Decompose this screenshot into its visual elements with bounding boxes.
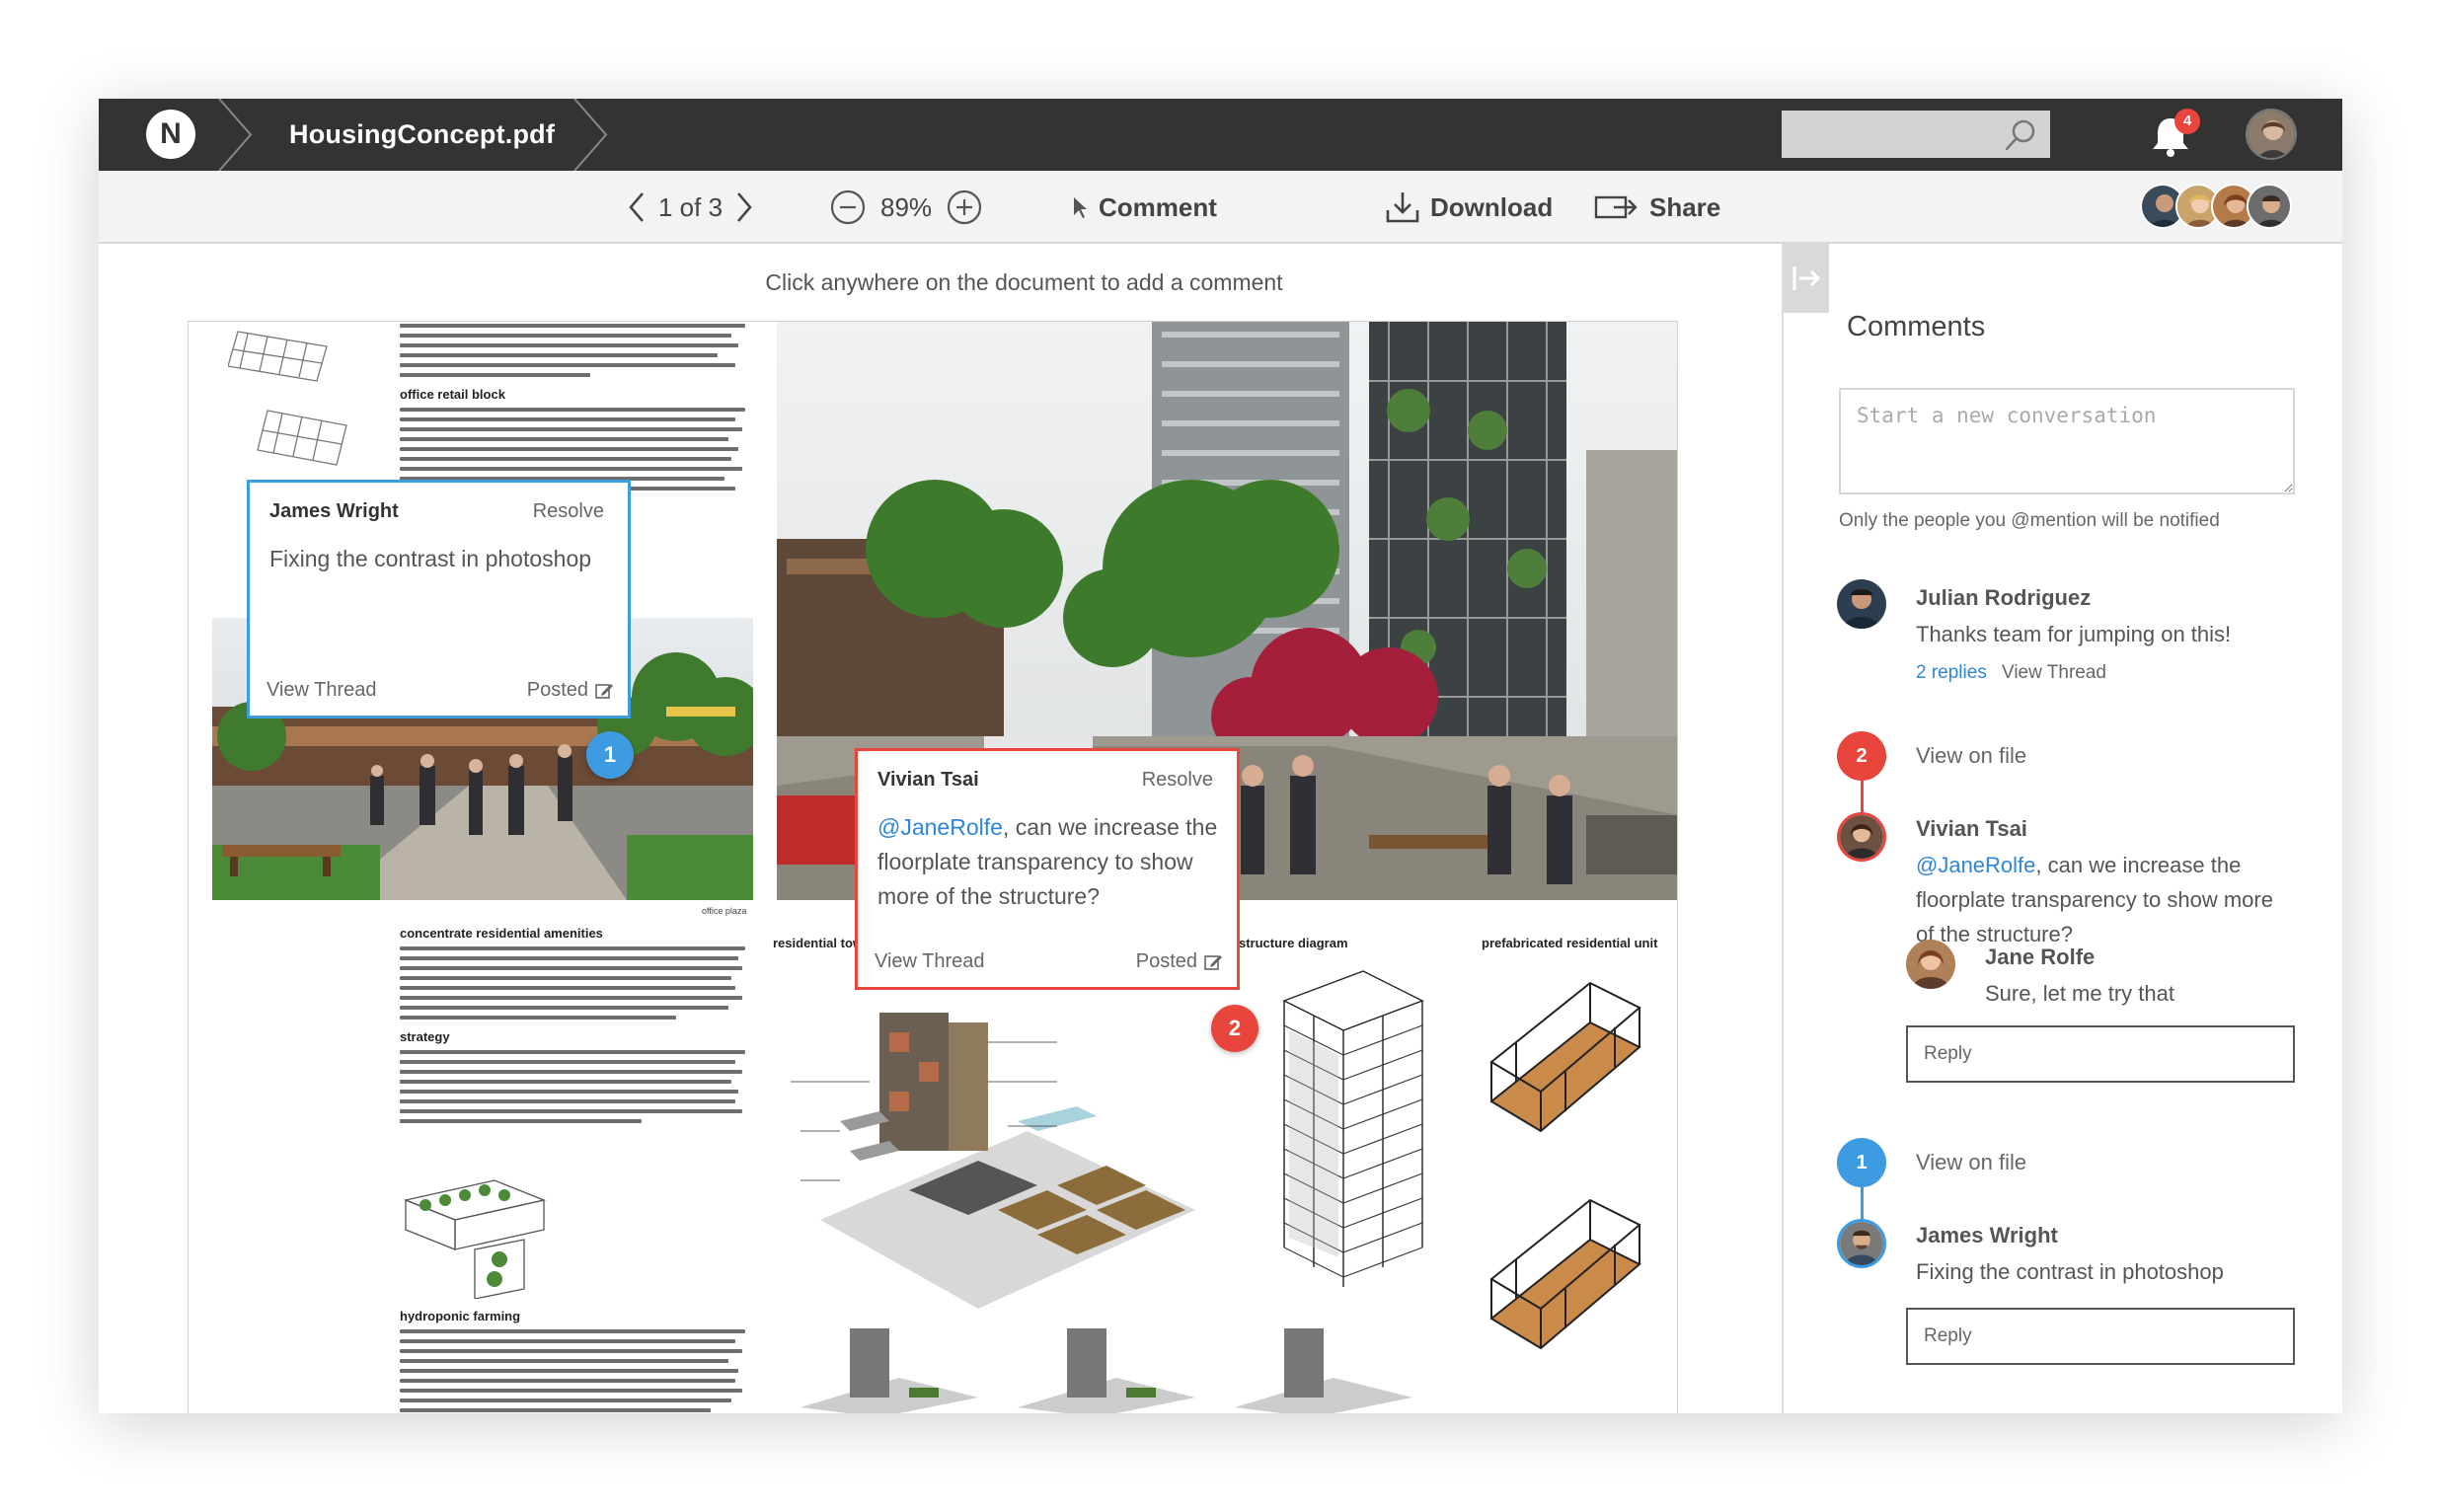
document-filename: HousingConcept.pdf: [289, 119, 556, 149]
view-on-file-link[interactable]: View on file: [1916, 1150, 2026, 1175]
image-caption: office plaza: [702, 906, 747, 916]
popover-message: @JaneRolfe, can we increase the floorpla…: [877, 810, 1219, 914]
previous-page-icon[interactable]: [627, 190, 647, 224]
doc-heading: concentrate residential amenities: [400, 926, 603, 941]
resolve-button[interactable]: Resolve: [533, 500, 604, 523]
zoom-level: 89%: [880, 191, 933, 222]
app-logo[interactable]: N: [146, 110, 195, 159]
logo-letter: N: [160, 117, 182, 150]
new-conversation-input[interactable]: [1839, 388, 2295, 494]
posted-label: Posted: [1135, 950, 1197, 972]
zoom-in-icon[interactable]: [946, 189, 983, 226]
floorplan-sketch: [228, 331, 347, 466]
search-icon[interactable]: [2004, 118, 2037, 152]
collapse-panel-button[interactable]: [1784, 244, 1829, 313]
hydroponic-sketch: [403, 1179, 547, 1299]
avatar: [1837, 579, 1886, 629]
reply-message: Sure, let me try that: [1985, 981, 2174, 1006]
comment-number-badge[interactable]: 2: [1837, 731, 1886, 781]
mention-notice: Only the people you @mention will be not…: [1839, 510, 2220, 531]
prefab-unit-diagram: [1489, 1198, 1641, 1350]
popover-message: Fixing the contrast in photoshop: [269, 546, 592, 571]
avatar: [1837, 812, 1886, 862]
text-column: concentrate residential amenities strate…: [400, 926, 745, 1129]
pdf-page[interactable]: office retail block office plaza concent…: [188, 321, 1678, 1413]
download-icon: [1386, 192, 1419, 223]
app-window: N HousingConcept.pdf 4 1 of 3 89% Commen…: [99, 99, 2342, 1413]
comment-tool-label: Comment: [1099, 191, 1217, 222]
top-bar: N HousingConcept.pdf 4: [99, 99, 2342, 171]
view-thread-link[interactable]: View Thread: [2002, 662, 2106, 684]
breadcrumb-chevron-icon: [218, 99, 253, 171]
mention-link[interactable]: @JaneRolfe: [1916, 853, 2035, 877]
comment-number-badge[interactable]: 1: [1837, 1138, 1886, 1187]
edit-icon[interactable]: [1203, 952, 1223, 972]
document-viewer[interactable]: Click anywhere on the document to add a …: [99, 244, 1782, 1413]
thread-connector: [1861, 1187, 1864, 1219]
doc-heading: hydroponic farming: [400, 1309, 521, 1323]
structure-tower-diagram: [1282, 970, 1424, 1287]
posted-status: Posted: [1136, 950, 1223, 973]
notification-count-badge: 4: [2174, 109, 2200, 134]
comment-author: James Wright: [1916, 1223, 2058, 1247]
doc-heading: structure diagram: [1239, 936, 1348, 950]
comment-message: @JaneRolfe, can we increase the floorpla…: [1916, 848, 2281, 951]
reply-author: Jane Rolfe: [1985, 945, 2096, 969]
zoom-out-icon[interactable]: [829, 189, 867, 226]
collapse-right-icon: [1792, 266, 1821, 290]
next-page-icon[interactable]: [734, 190, 754, 224]
share-label: Share: [1649, 191, 1721, 222]
prefab-unit-diagram: [1489, 981, 1641, 1133]
avatar: [1906, 940, 1955, 989]
reply-input[interactable]: Reply: [1906, 1025, 2295, 1083]
text-column: hydroponic farming: [400, 1309, 745, 1413]
posted-label: Posted: [526, 679, 588, 701]
view-thread-link[interactable]: View Thread: [267, 679, 377, 702]
comment-pin[interactable]: 2: [1211, 1005, 1258, 1052]
comment-author: Vivian Tsai: [1916, 816, 2027, 841]
collaborator-avatar[interactable]: [2247, 184, 2292, 229]
comment-popover[interactable]: Vivian Tsai Resolve @JaneRolfe, can we i…: [855, 748, 1240, 990]
zoom-controls: 89%: [829, 171, 983, 244]
panel-title: Comments: [1847, 311, 1986, 342]
comment-message: Thanks team for jumping on this!: [1916, 622, 2232, 646]
popover-author: James Wright: [269, 500, 399, 522]
resolve-button[interactable]: Resolve: [1142, 769, 1213, 792]
doc-heading: strategy: [400, 1029, 450, 1044]
comments-panel: Comments Only the people you @mention wi…: [1782, 244, 2342, 1413]
thread-connector: [1861, 781, 1864, 812]
comment-hint: Click anywhere on the document to add a …: [765, 269, 1283, 295]
download-button[interactable]: Download: [1385, 171, 1553, 244]
page-navigator: 1 of 3: [627, 171, 754, 244]
posted-status: Posted: [527, 679, 614, 702]
page-indicator: 1 of 3: [658, 191, 724, 222]
avatar: [1837, 1219, 1886, 1268]
reply-input[interactable]: Reply: [1906, 1308, 2295, 1365]
doc-heading: office retail block: [400, 387, 505, 402]
popover-author: Vivian Tsai: [877, 769, 979, 791]
comment-author: Julian Rodriguez: [1916, 585, 2092, 610]
comment-pin[interactable]: 1: [586, 731, 634, 779]
doc-heading: prefabricated residential unit: [1482, 936, 1658, 950]
view-thread-link[interactable]: View Thread: [875, 950, 985, 973]
view-on-file-link[interactable]: View on file: [1916, 743, 2026, 769]
comment-message: Fixing the contrast in photoshop: [1916, 1259, 2224, 1284]
phasing-diagrams: [801, 1328, 1412, 1413]
document-toolbar: 1 of 3 89% Comment Download Share: [99, 171, 2342, 244]
replies-link[interactable]: 2 replies: [1916, 662, 1987, 684]
exploded-axonometric-diagram: [791, 1013, 1195, 1309]
doc-heading: residential tow: [773, 936, 864, 950]
share-button[interactable]: Share: [1594, 171, 1720, 244]
pointer-icon: [1074, 197, 1087, 218]
comment-tool-button[interactable]: Comment: [1071, 171, 1217, 244]
mention-link[interactable]: @JaneRolfe: [877, 814, 1003, 840]
download-label: Download: [1430, 191, 1554, 222]
share-icon: [1594, 195, 1638, 219]
comment-popover[interactable]: James Wright Resolve Fixing the contrast…: [247, 480, 631, 718]
edit-icon[interactable]: [594, 681, 614, 701]
user-avatar[interactable]: [2246, 109, 2297, 160]
breadcrumb-chevron-icon: [573, 99, 608, 171]
